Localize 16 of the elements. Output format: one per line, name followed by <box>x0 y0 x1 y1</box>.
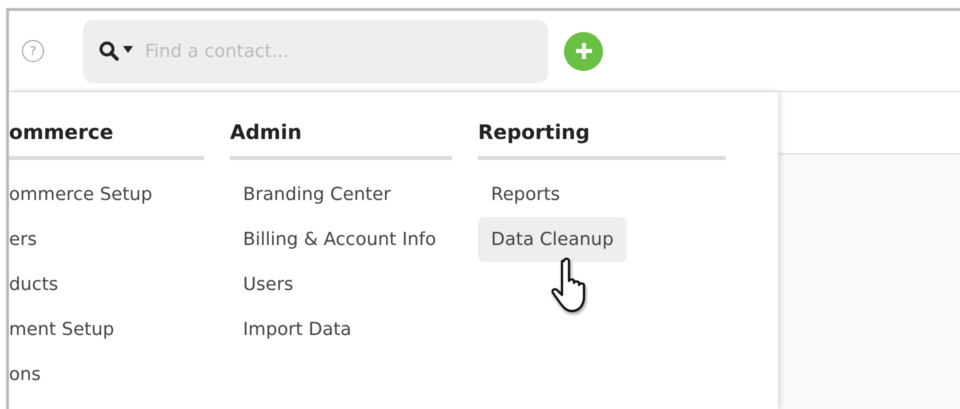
menu-heading: Admin <box>230 120 452 160</box>
menu-item[interactable]: Users <box>230 262 306 307</box>
menu-item[interactable]: ducts <box>9 262 58 307</box>
menu-item[interactable]: Branding Center <box>230 172 404 217</box>
menu-item[interactable]: ment Setup <box>9 307 114 352</box>
menu-item[interactable]: ons <box>9 352 41 397</box>
menu-item[interactable]: Reports <box>478 172 574 217</box>
menu-item[interactable]: Import Data <box>230 307 364 352</box>
menu-item[interactable]: Data Cleanup <box>478 217 627 262</box>
menu-item[interactable]: ommerce Setup <box>9 172 152 217</box>
menu-heading: Reporting <box>478 120 726 160</box>
menu-item[interactable]: Billing & Account Info <box>230 217 450 262</box>
plus-icon <box>574 41 594 61</box>
menu-item[interactable]: ers <box>9 217 37 262</box>
search-icon[interactable] <box>99 41 135 61</box>
menu-heading: ommerce <box>9 120 204 160</box>
